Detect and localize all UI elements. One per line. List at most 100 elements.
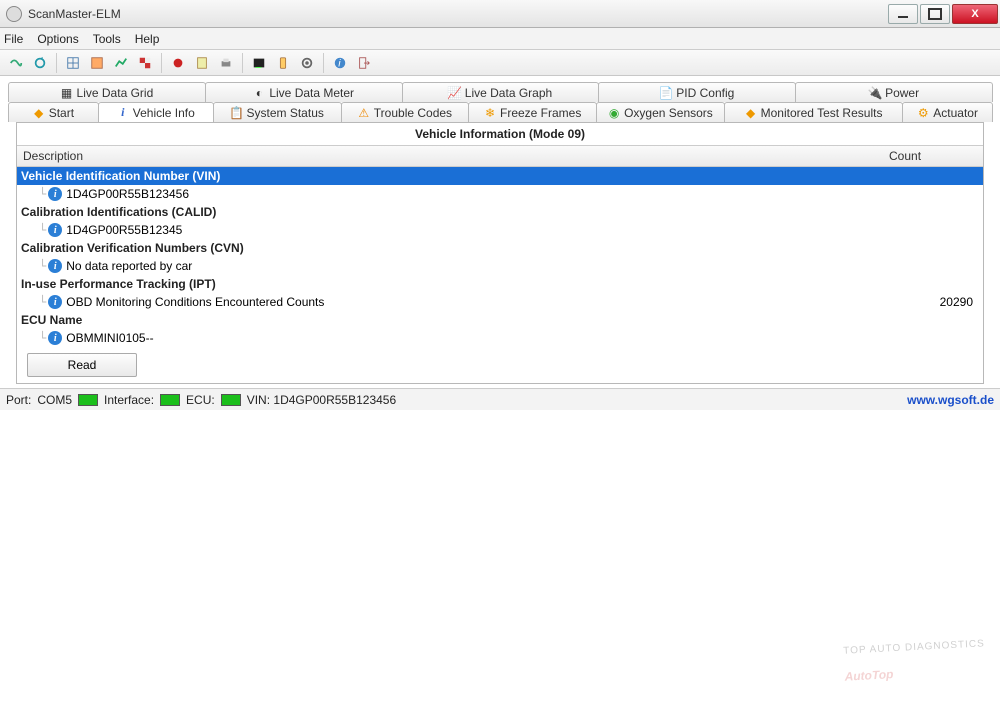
maximize-button[interactable] [920,4,950,24]
tab-pid-config[interactable]: 📄PID Config [598,82,796,102]
info-icon: i [48,259,62,273]
tree-branch-icon: └ [39,259,46,273]
row-ipt-group[interactable]: In-use Performance Tracking (IPT) [17,275,983,293]
tab-label: Freeze Frames [500,106,581,120]
close-button[interactable]: X [952,4,998,24]
tab-label: Start [49,106,74,120]
tab-system-status[interactable]: 📋 System Status [213,102,342,122]
group-label: Calibration Verification Numbers (CVN) [21,240,979,256]
row-ecu-value[interactable]: └i OBMMINI0105-- [17,329,983,347]
interface-led-icon [160,394,180,406]
tab-label: Power [885,86,919,100]
row-ecu-group[interactable]: ECU Name [17,311,983,329]
watermark-sub: TOP AUTO DIAGNOSTICS [843,638,985,656]
tab-vehicle-info[interactable]: i Vehicle Info [98,102,214,122]
row-cvn-group[interactable]: Calibration Verification Numbers (CVN) [17,239,983,257]
group-label: Calibration Identifications (CALID) [21,204,979,220]
toolbar: _ i [0,50,1000,76]
tool-meter-icon[interactable] [87,53,107,73]
meter-icon: ◐ [253,87,265,99]
tool-record-icon[interactable] [168,53,188,73]
minimize-button[interactable] [888,4,918,24]
tab-label: Actuator [933,106,978,120]
value-label: 1D4GP00R55B12345 [66,222,979,238]
graph-icon: 📈 [449,87,461,99]
warning-icon: ⚠ [358,107,370,119]
info-icon: i [48,187,62,201]
tab-oxygen-sensors[interactable]: ◉ Oxygen Sensors [596,102,725,122]
tab-label: Vehicle Info [133,106,195,120]
col-description[interactable]: Description [17,146,883,166]
tree-branch-icon: └ [39,223,46,237]
menu-tools[interactable]: Tools [93,32,121,46]
col-count[interactable]: Count [883,146,983,166]
website-link[interactable]: www.wgsoft.de [907,393,994,407]
tab-row-bottom: ◆ Start i Vehicle Info 📋 System Status ⚠ Tro… [8,102,992,122]
row-ipt-value[interactable]: └iOBD Monitoring Conditions Encountered … [17,293,983,311]
button-area: Read [17,347,983,383]
tab-power[interactable]: 🔌Power [795,82,993,102]
tool-connect-icon[interactable] [6,53,26,73]
tool-graph-icon[interactable] [111,53,131,73]
window-buttons: X [886,4,998,24]
tab-live-data-grid[interactable]: ▦ Live Data Grid [8,82,206,102]
window-title: ScanMaster-ELM [28,7,886,21]
tab-actuator[interactable]: ⚙ Actuator [902,102,993,122]
tab-trouble-codes[interactable]: ⚠ Trouble Codes [341,102,470,122]
tab-row-top: ▦ Live Data Grid ◐ Live Data Meter 📈Live D… [8,82,992,102]
info-icon: i [117,107,129,119]
tool-grid-icon[interactable] [63,53,83,73]
grid-header: Description Count [17,145,983,167]
menu-options[interactable]: Options [37,32,78,46]
info-icon: i [48,331,62,345]
tab-label: Live Data Grid [77,86,154,100]
grid-body[interactable]: Vehicle Identification Number (VIN) └i1D… [17,167,983,347]
info-icon: i [48,295,62,309]
tab-monitored-test-results[interactable]: ◆Monitored Test Results [724,102,903,122]
row-cvn-value[interactable]: └iNo data reported by car [17,257,983,275]
status-ecu-label: ECU: [186,393,215,407]
tab-label: Trouble Codes [374,106,452,120]
tool-device-icon[interactable] [273,53,293,73]
tab-start[interactable]: ◆ Start [8,102,99,122]
status-icon: 📋 [231,107,243,119]
group-label: In-use Performance Tracking (IPT) [21,276,979,292]
tool-print-icon[interactable] [216,53,236,73]
freeze-icon: ❄ [484,107,496,119]
menu-file[interactable]: File [4,32,23,46]
watermark-main: AutoTop [845,667,895,684]
tool-checker-icon[interactable] [135,53,155,73]
tab-label: Live Data Meter [269,86,354,100]
tree-branch-icon: └ [39,331,46,345]
tree-branch-icon: └ [39,187,46,201]
tab-freeze-frames[interactable]: ❄ Freeze Frames [468,102,597,122]
tab-live-data-graph[interactable]: 📈Live Data Graph [402,82,600,102]
oxygen-icon: ◉ [608,107,620,119]
tab-label: Monitored Test Results [761,106,883,120]
menubar: File Options Tools Help [0,28,1000,50]
value-label: OBD Monitoring Conditions Encountered Co… [66,294,887,310]
value-label: OBMMINI0105-- [66,330,979,346]
start-icon: ◆ [33,107,45,119]
tool-settings-icon[interactable] [297,53,317,73]
tool-terminal-icon[interactable]: _ [249,53,269,73]
tool-info-icon[interactable]: i [330,53,350,73]
tab-label: System Status [247,106,324,120]
tab-live-data-meter[interactable]: ◐ Live Data Meter [205,82,403,102]
actuator-icon: ⚙ [917,107,929,119]
group-label: ECU Name [21,312,979,328]
tool-refresh-icon[interactable] [30,53,50,73]
status-vin: VIN: 1D4GP00R55B123456 [247,393,396,407]
tool-exit-icon[interactable] [354,53,374,73]
row-vin-value[interactable]: └i1D4GP00R55B123456 [17,185,983,203]
read-button[interactable]: Read [27,353,137,377]
row-calid-group[interactable]: Calibration Identifications (CALID) [17,203,983,221]
row-vin-group[interactable]: Vehicle Identification Number (VIN) [17,167,983,185]
svg-text:_: _ [255,56,262,68]
tool-save-icon[interactable] [192,53,212,73]
grid-icon: ▦ [61,87,73,99]
tab-label: Oxygen Sensors [624,106,713,120]
tab-label: PID Config [676,86,734,100]
menu-help[interactable]: Help [135,32,160,46]
row-calid-value[interactable]: └i1D4GP00R55B12345 [17,221,983,239]
